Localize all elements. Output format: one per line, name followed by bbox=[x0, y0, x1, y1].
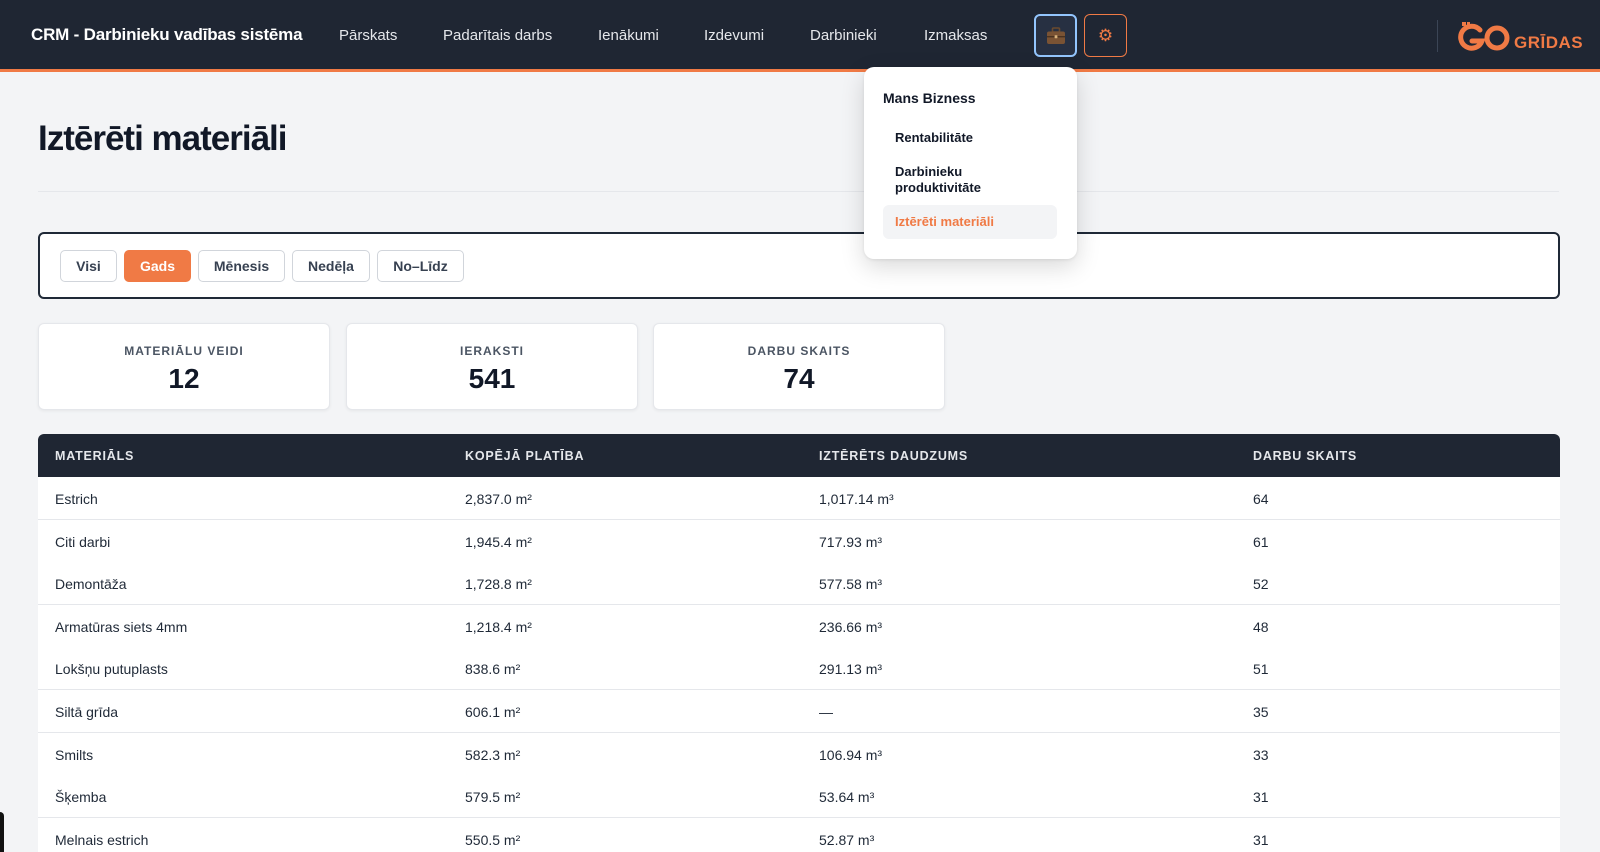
cell-material: Lokšņu putuplasts bbox=[55, 661, 168, 678]
stat-value: 74 bbox=[783, 363, 815, 394]
period-filter-bar: Visi Gads Mēnesis Nedēļa No–Līdz bbox=[38, 232, 1560, 299]
cell-jobs: 48 bbox=[1253, 618, 1269, 635]
cell-area: 582.3 m² bbox=[465, 746, 521, 763]
filter-no-lidz[interactable]: No–Līdz bbox=[377, 250, 464, 282]
briefcase-icon bbox=[1046, 26, 1065, 44]
stat-card-materialu-veidi: MATERIĀLU VEIDI 12 bbox=[38, 323, 330, 410]
cell-quantity: 236.66 m³ bbox=[819, 618, 883, 635]
cell-material: Estrich bbox=[55, 491, 98, 507]
cell-material: Šķemba bbox=[55, 789, 107, 806]
cell-jobs: 31 bbox=[1253, 789, 1269, 806]
filter-nedela[interactable]: Nedēļa bbox=[292, 250, 370, 282]
cell-area: 1,218.4 m² bbox=[465, 618, 532, 635]
page-title: Iztērēti materiāli bbox=[38, 119, 287, 158]
dropdown-heading: Mans Bizness bbox=[883, 90, 976, 106]
settings-button[interactable]: ⚙ bbox=[1084, 14, 1127, 57]
title-divider bbox=[38, 191, 1559, 192]
cell-area: 1,728.8 m² bbox=[465, 576, 532, 593]
table-row[interactable]: Demontāža 1,728.8 m² 577.58 m³ 52 bbox=[38, 562, 1560, 606]
cell-area: 579.5 m² bbox=[465, 789, 521, 806]
cell-material: Citi darbi bbox=[55, 533, 111, 550]
stat-label: MATERIĀLU VEIDI bbox=[124, 344, 244, 358]
company-logo[interactable]: GRĪDAS bbox=[1458, 20, 1583, 56]
cell-jobs: 35 bbox=[1253, 704, 1269, 720]
nav-item-ienakumi[interactable]: Ienākumi bbox=[598, 27, 659, 44]
cell-material: Smilts bbox=[55, 746, 94, 763]
cell-material: Demontāža bbox=[55, 576, 127, 593]
cell-jobs: 31 bbox=[1253, 831, 1269, 848]
logo-text: GRĪDAS bbox=[1514, 33, 1584, 52]
dropdown-item-rentabilitate[interactable]: Rentabilitāte bbox=[895, 130, 973, 146]
stat-label: IERAKSTI bbox=[459, 344, 524, 358]
cell-jobs: 51 bbox=[1253, 661, 1269, 678]
column-header-materials[interactable]: MATERIĀLS bbox=[55, 449, 134, 463]
cell-quantity: 1,017.14 m³ bbox=[819, 491, 894, 507]
cell-area: 1,945.4 m² bbox=[465, 533, 532, 550]
cell-quantity: — bbox=[819, 704, 833, 720]
go-logo-icon bbox=[1458, 22, 1510, 51]
stat-value: 12 bbox=[168, 363, 200, 394]
column-header-kopeja-platiba[interactable]: KOPĒJĀ PLATĪBA bbox=[465, 449, 584, 463]
table-row[interactable]: Siltā grīda 606.1 m² — 35 bbox=[38, 690, 1560, 733]
table-header: MATERIĀLS KOPĒJĀ PLATĪBA IZTĒRĒTS DAUDZU… bbox=[38, 434, 1560, 477]
cell-material: Siltā grīda bbox=[55, 704, 119, 720]
filter-gads[interactable]: Gads bbox=[124, 250, 191, 282]
table-row[interactable]: Smilts 582.3 m² 106.94 m³ 33 bbox=[38, 732, 1560, 776]
table-row[interactable]: Melnais estrich 550.5 m² 52.87 m³ 31 bbox=[38, 817, 1560, 852]
column-header-darbu-skaits[interactable]: DARBU SKAITS bbox=[1253, 449, 1357, 463]
window-corner bbox=[0, 812, 4, 852]
cell-area: 550.5 m² bbox=[465, 831, 521, 848]
cell-quantity: 52.87 m³ bbox=[819, 831, 875, 848]
cell-quantity: 291.13 m³ bbox=[819, 661, 883, 678]
cell-jobs: 33 bbox=[1253, 746, 1269, 763]
nav-item-parskats[interactable]: Pārskats bbox=[339, 27, 397, 44]
stat-value: 541 bbox=[468, 363, 516, 394]
cell-quantity: 577.58 m³ bbox=[819, 576, 883, 593]
cell-quantity: 717.93 m³ bbox=[819, 533, 883, 550]
table-row[interactable]: Citi darbi 1,945.4 m² 717.93 m³ 61 bbox=[38, 519, 1560, 563]
cell-area: 606.1 m² bbox=[465, 704, 521, 720]
cell-jobs: 52 bbox=[1253, 576, 1269, 593]
table-row[interactable]: Estrich 2,837.0 m² 1,017.14 m³ 64 bbox=[38, 477, 1560, 520]
dropdown-item-izteretie-materiali[interactable]: Iztērēti materiāli bbox=[883, 205, 1057, 239]
business-menu-button[interactable] bbox=[1034, 14, 1077, 57]
materials-table: MATERIĀLS KOPĒJĀ PLATĪBA IZTĒRĒTS DAUDZU… bbox=[38, 434, 1560, 852]
dropdown-item-darbinieku-produktivitate[interactable]: Darbinieku produktivitāte bbox=[895, 164, 1015, 196]
cell-material: Melnais estrich bbox=[55, 831, 149, 848]
brand-title[interactable]: CRM - Darbinieku vadības sistēma bbox=[31, 25, 303, 45]
nav-item-izdevumi[interactable]: Izdevumi bbox=[704, 27, 764, 44]
nav-item-izmaksas[interactable]: Izmaksas bbox=[924, 27, 987, 44]
nav-divider bbox=[1437, 20, 1438, 52]
cell-quantity: 53.64 m³ bbox=[819, 789, 875, 806]
cell-quantity: 106.94 m³ bbox=[819, 746, 883, 763]
column-header-izterets-daudzums[interactable]: IZTĒRĒTS DAUDZUMS bbox=[819, 449, 968, 463]
top-navbar: CRM - Darbinieku vadības sistēma Pārskat… bbox=[0, 0, 1600, 72]
cell-material: Armatūras siets 4mm bbox=[55, 618, 188, 635]
business-dropdown-menu: Mans Bizness Rentabilitāte Darbinieku pr… bbox=[864, 67, 1077, 259]
filter-menesis[interactable]: Mēnesis bbox=[198, 250, 285, 282]
nav-item-padaritais-darbs[interactable]: Padarītais darbs bbox=[443, 27, 552, 44]
cell-jobs: 61 bbox=[1253, 533, 1269, 550]
gear-icon: ⚙ bbox=[1097, 25, 1114, 45]
table-row[interactable]: Lokšņu putuplasts 838.6 m² 291.13 m³ 51 bbox=[38, 647, 1560, 691]
table-row[interactable]: Armatūras siets 4mm 1,218.4 m² 236.66 m³ 48 bbox=[38, 604, 1560, 648]
stat-label: DARBU SKAITS bbox=[747, 344, 851, 358]
nav-item-darbinieki[interactable]: Darbinieki bbox=[810, 27, 877, 44]
cell-area: 2,837.0 m² bbox=[465, 491, 532, 507]
stat-card-ieraksti: IERAKSTI 541 bbox=[346, 323, 638, 410]
filter-visi[interactable]: Visi bbox=[60, 250, 117, 282]
table-row[interactable]: Šķemba 579.5 m² 53.64 m³ 31 bbox=[38, 775, 1560, 819]
stat-card-darbu-skaits: DARBU SKAITS 74 bbox=[653, 323, 945, 410]
cell-area: 838.6 m² bbox=[465, 661, 521, 678]
cell-jobs: 64 bbox=[1253, 491, 1269, 507]
